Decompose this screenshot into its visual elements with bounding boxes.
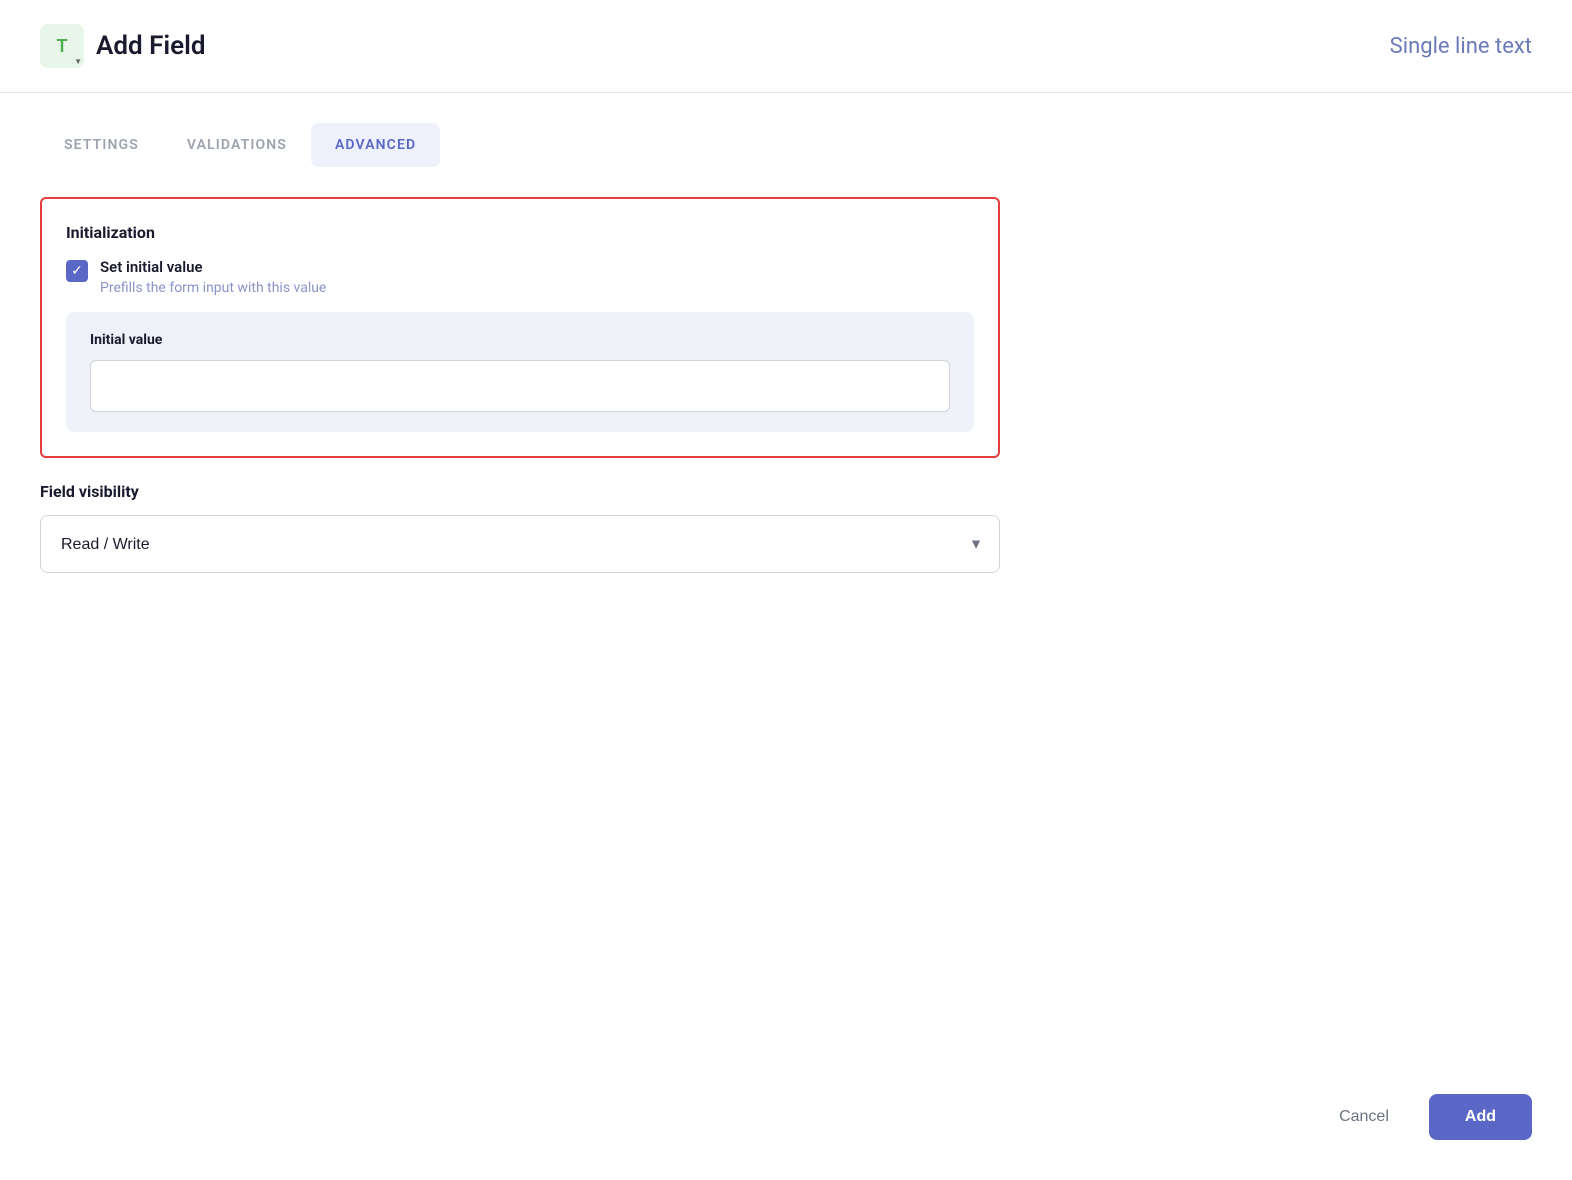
initial-value-input[interactable] [90, 360, 950, 412]
initialization-title: Initialization [66, 223, 974, 242]
field-visibility-section: Field visibility Read / Write Read only … [40, 482, 1000, 573]
field-type-icon-letter: T [56, 36, 67, 57]
add-button[interactable]: Add [1429, 1094, 1532, 1140]
initial-value-box: Initial value [66, 312, 974, 432]
checkbox-description: Prefills the form input with this value [100, 280, 326, 296]
checkbox-label: Set initial value [100, 258, 326, 276]
header-left: T ▼ Add Field [40, 24, 206, 68]
visibility-label: Field visibility [40, 482, 1000, 501]
checkmark-icon: ✓ [71, 264, 83, 278]
initial-value-label: Initial value [90, 332, 950, 348]
tab-validations[interactable]: VALIDATIONS [163, 123, 311, 167]
page-title: Add Field [96, 31, 206, 61]
tab-advanced[interactable]: ADVANCED [311, 123, 440, 167]
field-type-label: Single line text [1390, 34, 1532, 59]
header: T ▼ Add Field Single line text [0, 0, 1572, 93]
dropdown-arrow-icon: ▼ [74, 57, 82, 66]
initialization-section: Initialization ✓ Set initial value Prefi… [40, 197, 1000, 458]
tabs-container: SETTINGS VALIDATIONS ADVANCED [0, 93, 1572, 167]
checkbox-label-group: Set initial value Prefills the form inpu… [100, 258, 326, 296]
visibility-select-wrapper: Read / Write Read only Hidden ▼ [40, 515, 1000, 573]
checkbox-row: ✓ Set initial value Prefills the form in… [66, 258, 974, 296]
footer: Cancel Add [1319, 1094, 1532, 1140]
tab-settings[interactable]: SETTINGS [40, 123, 163, 167]
main-content: Initialization ✓ Set initial value Prefi… [0, 167, 1572, 603]
set-initial-value-checkbox[interactable]: ✓ [66, 260, 88, 282]
visibility-select[interactable]: Read / Write Read only Hidden [41, 516, 999, 572]
field-type-icon[interactable]: T ▼ [40, 24, 84, 68]
cancel-button[interactable]: Cancel [1319, 1096, 1409, 1138]
